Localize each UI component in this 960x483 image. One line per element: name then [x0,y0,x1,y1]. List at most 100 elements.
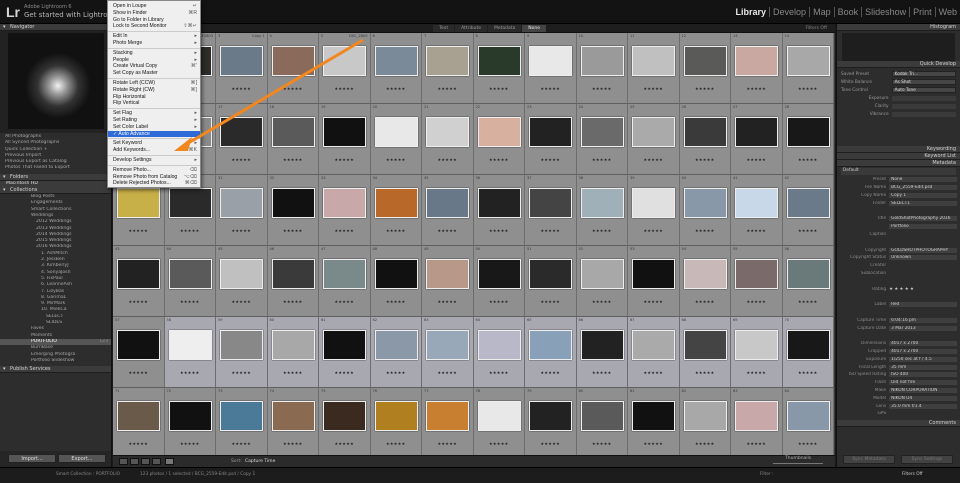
sort-select[interactable]: Capture Time [245,459,275,464]
grid-view-icon[interactable] [119,458,128,465]
thumbnail-cell[interactable]: 68 ★★★★★ [679,317,731,388]
star-rating[interactable]: ★★★★★ [577,157,628,162]
metadata-value[interactable]: None [889,177,957,183]
star-rating[interactable]: ★★★★★ [319,228,370,233]
filters-off-label[interactable]: Filters Off [805,26,827,31]
thumbnail-image[interactable] [632,259,675,289]
thumbnail-cell[interactable]: 56 ★★★★★ [782,246,834,317]
thumbnail-image[interactable] [117,401,160,431]
thumbnail-image[interactable] [580,330,624,360]
thumbnail-image[interactable] [426,46,469,76]
thumbnail-cell[interactable]: 54 ★★★★★ [679,246,731,317]
thumbnail-image[interactable] [168,259,212,289]
thumbnail-cell[interactable]: 34 ★★★★★ [370,175,422,246]
keywording-header[interactable]: Keywording [837,146,960,153]
star-rating[interactable]: ★★★★★ [216,299,267,304]
star-rating[interactable]: ★★★★★ [577,299,628,304]
thumbnail-image[interactable] [683,188,727,218]
star-rating[interactable]: ★★★★★ [577,228,628,233]
menu-item[interactable]: Remove Photo... ⌫ [108,167,200,174]
thumbnail-image[interactable] [735,401,778,431]
thumbnail-cell[interactable]: 22 ★★★★★ [473,104,525,175]
thumbnail-image[interactable] [529,117,572,147]
filter-none[interactable]: None [522,25,547,32]
thumbnail-cell[interactable]: 43 ★★★★★ [113,246,165,317]
menu-item[interactable]: Set Flag ▸ [108,110,200,117]
star-rating[interactable]: ★★★★★ [577,86,628,91]
thumbnail-cell[interactable]: 13 ★★★★★ [731,33,783,104]
menu-item[interactable]: Show in Finder ⌘R [108,10,200,17]
thumbnail-cell[interactable]: 23 ★★★★★ [525,104,577,175]
thumbnail-image[interactable] [632,188,675,218]
star-rating[interactable]: ★★★★★ [628,441,679,446]
star-rating[interactable]: ★★★★★ [422,299,473,304]
thumbnail-image[interactable] [632,401,675,431]
thumbnail-image[interactable] [580,46,624,76]
thumbnail-cell[interactable]: 46 ★★★★★ [267,246,319,317]
star-rating[interactable]: ★★★★★ [731,441,782,446]
thumbnail-image[interactable] [735,46,778,76]
thumbnail-cell[interactable]: 77 ★★★★★ [422,388,474,455]
thumbnail-image[interactable] [426,330,469,360]
star-rating[interactable]: ★★★★★ [268,228,319,233]
thumbnail-image[interactable] [580,401,624,431]
star-rating[interactable]: ★★★★★ [216,228,267,233]
thumbnail-cell[interactable]: 66 ★★★★★ [576,317,628,388]
menu-item[interactable]: Go to Folder in Library [108,17,200,24]
star-rating[interactable]: ★★★★★ [474,228,525,233]
thumbnail-image[interactable] [477,117,521,147]
thumbnail-cell[interactable]: 6 ★★★★★ [370,33,422,104]
thumbnail-cell[interactable]: 7 ★★★★★ [422,33,474,104]
star-rating[interactable]: ★★★★★ [525,228,576,233]
star-rating[interactable]: ★★★★★ [371,157,422,162]
menu-item[interactable]: Open in Loupe ↵ [108,3,200,10]
thumbnail-cell[interactable]: 57 ★★★★★ [113,317,165,388]
thumbnail-image[interactable] [735,117,778,147]
thumbnail-image[interactable] [220,259,263,289]
thumbnail-image[interactable] [683,401,727,431]
navigator-preview[interactable] [0,31,111,133]
menu-item[interactable]: ✓ Auto Advance [108,130,200,138]
star-rating[interactable]: ★★★★★ [680,299,731,304]
metadata-value[interactable]: 4017 x 2700 [889,341,957,347]
thumbnail-size-slider[interactable] [773,463,823,464]
metadata-value[interactable]: 35 mm [889,364,957,370]
metadata-value[interactable]: ISO 400 [889,372,957,378]
star-rating[interactable]: ★★★★★ [371,86,422,91]
export-button[interactable]: Export... [58,454,106,463]
star-rating[interactable]: ★★★★★ [422,441,473,446]
star-rating[interactable]: ★★★★★ [628,299,679,304]
thumbnail-cell[interactable]: 80 ★★★★★ [576,388,628,455]
thumbnail-cell[interactable]: 65 ★★★★★ [525,317,577,388]
thumbnail-image[interactable] [374,188,418,218]
star-rating[interactable]: ★★★★★ [422,157,473,162]
menu-item[interactable]: Develop Settings ▸ [108,157,200,164]
filters-off-select[interactable]: Filters Off [902,470,923,480]
star-rating[interactable]: ★★★★★ [319,370,370,375]
thumbnail-image[interactable] [117,188,160,218]
thumbnail-cell[interactable]: 45 ★★★★★ [216,246,268,317]
thumbnail-cell[interactable]: 41 ★★★★★ [731,175,783,246]
menu-item[interactable]: People ▸ [108,57,200,64]
thumbnail-image[interactable] [271,330,315,360]
star-rating[interactable]: ★★★★★ [319,299,370,304]
thumbnail-image[interactable] [374,46,418,76]
thumbnail-cell[interactable]: 82 ★★★★★ [679,388,731,455]
metadata-value[interactable]: Did not fire [889,380,957,386]
keyword-list-header[interactable]: Keyword List [837,153,960,160]
thumbnail-image[interactable] [117,330,160,360]
thumbnail-image[interactable] [271,259,315,289]
thumbnail-image[interactable] [735,330,778,360]
thumbnail-image[interactable] [529,330,572,360]
thumbnail-image[interactable] [220,401,263,431]
star-rating[interactable]: ★★★★★ [680,441,731,446]
thumbnail-cell[interactable]: 4 ★★★★★ [267,33,319,104]
thumbnail-image[interactable] [426,188,469,218]
thumbnail-cell[interactable]: 67 ★★★★★ [628,317,680,388]
star-rating[interactable]: ★★★★★ [371,299,422,304]
star-rating[interactable]: ★★★★★ [319,441,370,446]
thumbnail-cell[interactable]: 49 ★★★★★ [422,246,474,317]
star-rating[interactable]: ★★★★★ [525,441,576,446]
star-rating[interactable]: ★★★★★ [371,441,422,446]
menu-item[interactable]: Set Keyword ▸ [108,140,200,147]
